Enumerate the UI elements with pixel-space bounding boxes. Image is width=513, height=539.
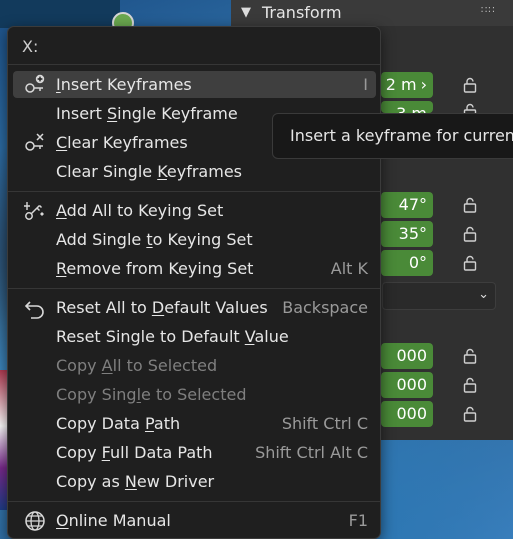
menu-separator — [8, 501, 380, 502]
scale-y-field[interactable]: 000 — [381, 372, 433, 398]
location-y-value: 3 m — [396, 104, 427, 113]
chevron-down-icon: ⌄ — [478, 287, 489, 302]
menu-item-label: Copy Data Path — [56, 414, 181, 433]
menu-item-shortcut: Backspace — [282, 298, 368, 317]
menu-item-label: Reset All to Default Values — [56, 298, 268, 317]
menu-item-label: Copy Full Data Path — [56, 443, 213, 462]
lock-icon[interactable] — [461, 376, 479, 394]
menu-separator — [8, 288, 380, 289]
menu-item-insert-keyframes[interactable]: Insert Keyframes I — [13, 71, 376, 98]
menu-item-shortcut: Alt K — [330, 259, 368, 278]
location-x-field[interactable]: 2 m › — [381, 72, 433, 98]
menu-item-remove-from-keying-set[interactable]: Remove from Keying Set Alt K — [13, 255, 376, 282]
menu-item-shortcut: F1 — [348, 511, 368, 530]
menu-item-add-all-to-keying-set[interactable]: Add All to Keying Set — [13, 197, 376, 224]
keying-set-icon — [23, 200, 47, 222]
menu-item-label: Insert Single Keyframe — [56, 104, 238, 123]
rotation-z-field[interactable]: 0° — [381, 250, 433, 276]
keyframe-clear-icon — [23, 132, 47, 154]
menu-item-reset-single-to-default-value[interactable]: Reset Single to Default Value — [13, 323, 376, 350]
chevron-right-icon: › — [420, 75, 427, 94]
rotation-y-value: 35° — [398, 224, 427, 243]
menu-item-label: Add All to Keying Set — [56, 201, 224, 220]
scale-x-field[interactable]: 000 — [381, 343, 433, 369]
lock-icon[interactable] — [461, 254, 479, 272]
reset-icon — [23, 297, 47, 319]
menu-item-copy-all-to-selected[interactable]: Copy All to Selected — [13, 352, 376, 379]
context-menu: X: Insert Keyframes I Insert Single Keyfra… — [7, 26, 381, 539]
rotation-x-value: 47° — [398, 195, 427, 214]
rotation-z-value: 0° — [408, 253, 427, 272]
panel-title: Transform — [262, 3, 342, 22]
rotation-x-field[interactable]: 47° — [381, 192, 433, 218]
lock-icon[interactable] — [461, 76, 479, 94]
menu-item-shortcut: I — [363, 75, 368, 94]
scale-x-value: 000 — [396, 346, 427, 365]
lock-icon[interactable] — [461, 405, 479, 423]
viewport-shadow-area — [0, 0, 120, 28]
location-y-field[interactable]: 3 m — [381, 101, 433, 113]
lock-icon[interactable] — [461, 347, 479, 365]
menu-item-shortcut: Shift Ctrl Alt C — [255, 443, 368, 462]
menu-item-online-manual[interactable]: Online Manual F1 — [13, 507, 376, 534]
tooltip: Insert a keyframe for curren — [272, 113, 513, 159]
lock-icon[interactable] — [461, 102, 479, 113]
menu-item-label: Copy as New Driver — [56, 472, 215, 491]
lock-icon[interactable] — [461, 225, 479, 243]
rotation-mode-dropdown[interactable]: ⌄ — [382, 282, 496, 310]
panel-header[interactable]: ▼ Transform ∷∷ — [231, 0, 513, 26]
rotation-y-field[interactable]: 35° — [381, 221, 433, 247]
scale-z-value: 000 — [396, 404, 427, 423]
menu-item-copy-as-new-driver[interactable]: Copy as New Driver — [13, 468, 376, 495]
menu-item-label: Copy Single to Selected — [56, 385, 247, 404]
menu-item-label: Clear Keyframes — [56, 133, 188, 152]
menu-title: X: — [22, 37, 39, 56]
menu-item-label: Online Manual — [56, 511, 171, 530]
menu-item-shortcut: Shift Ctrl C — [281, 414, 368, 433]
menu-item-label: Copy All to Selected — [56, 356, 218, 375]
menu-item-label: Add Single to Keying Set — [56, 230, 253, 249]
drag-grip-icon[interactable]: ∷∷ — [481, 5, 496, 16]
menu-item-copy-single-to-selected[interactable]: Copy Single to Selected — [13, 381, 376, 408]
menu-separator — [8, 191, 380, 192]
menu-item-copy-data-path[interactable]: Copy Data Path Shift Ctrl C — [13, 410, 376, 437]
scale-z-field[interactable]: 000 — [381, 401, 433, 427]
scale-y-value: 000 — [396, 375, 427, 394]
chevron-down-icon[interactable]: ▼ — [241, 5, 251, 20]
menu-item-copy-full-data-path[interactable]: Copy Full Data Path Shift Ctrl Alt C — [13, 439, 376, 466]
globe-icon — [23, 510, 47, 532]
location-x-value: 2 m — [385, 75, 417, 94]
menu-separator — [8, 64, 380, 65]
menu-item-add-single-to-keying-set[interactable]: Add Single to Keying Set — [13, 226, 376, 253]
menu-item-label: Remove from Keying Set — [56, 259, 254, 278]
menu-item-label: Clear Single Keyframes — [56, 162, 242, 181]
menu-item-clear-single-keyframes[interactable]: Clear Single Keyframes — [13, 158, 376, 185]
menu-item-label: Reset Single to Default Value — [56, 327, 289, 346]
lock-icon[interactable] — [461, 196, 479, 214]
menu-item-label: Insert Keyframes — [56, 75, 192, 94]
menu-item-reset-all-to-default-values[interactable]: Reset All to Default Values Backspace — [13, 294, 376, 321]
keyframe-insert-icon — [23, 74, 47, 96]
